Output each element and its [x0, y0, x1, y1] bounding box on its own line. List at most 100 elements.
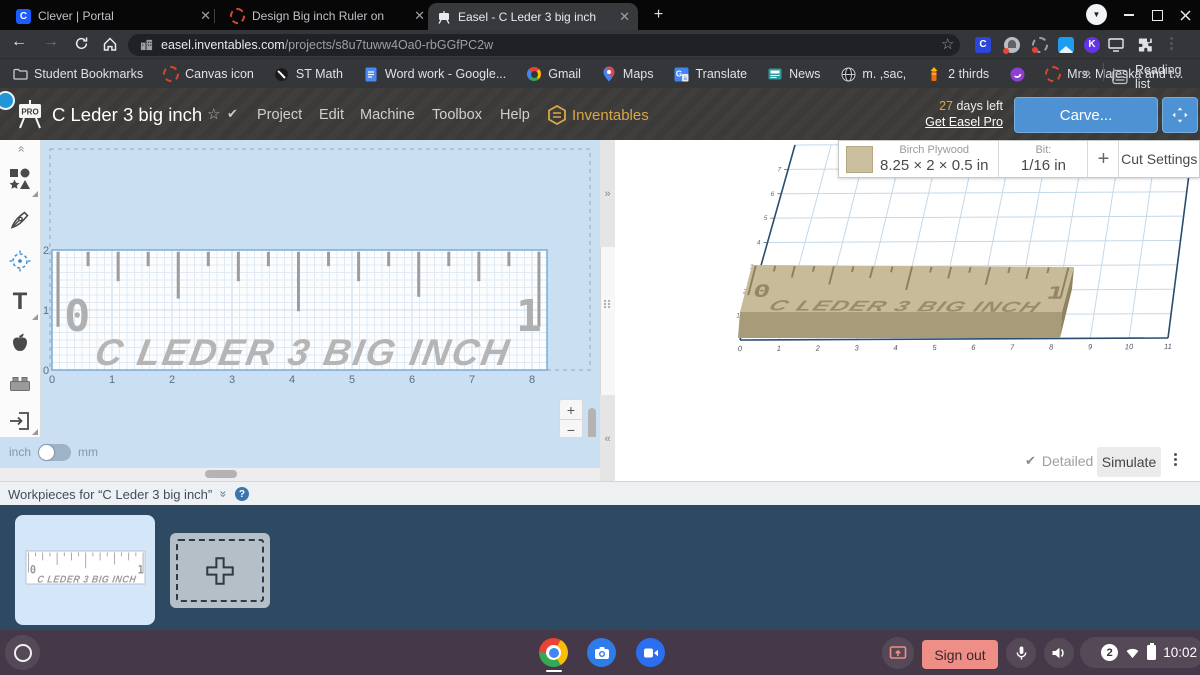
screencast-extension-icon[interactable]: [1032, 37, 1048, 53]
bit-selector[interactable]: Bit: 1/16 in: [998, 141, 1087, 177]
window-minimize-button[interactable]: [1120, 6, 1138, 24]
shelf-chrome-icon[interactable]: [539, 638, 568, 667]
forward-button[interactable]: →: [40, 33, 62, 51]
canvas-horizontal-scrollbar-thumb[interactable]: [205, 470, 237, 478]
reading-list-button[interactable]: Reading list: [1112, 63, 1200, 91]
launcher-button[interactable]: [5, 635, 40, 670]
carve-button[interactable]: Carve...: [1014, 97, 1158, 133]
bookmark-translate[interactable]: Ga Translate: [673, 66, 747, 82]
bookmarks-overflow-icon[interactable]: »: [1083, 64, 1091, 80]
bookmark-star-icon[interactable]: ☆: [941, 35, 954, 53]
sign-out-button[interactable]: Sign out: [922, 640, 998, 669]
collapse-workpieces-icon[interactable]: »: [217, 491, 231, 498]
window-restore-button[interactable]: [1148, 6, 1166, 24]
menu-edit[interactable]: Edit: [319, 107, 344, 123]
preview-menu-icon[interactable]: [1174, 453, 1177, 466]
back-button[interactable]: ←: [8, 33, 30, 51]
bookmark-word-work[interactable]: Word work - Google...: [363, 66, 506, 82]
design-canvas[interactable]: 01C LEDER 3 BIG INCH210012345678: [40, 140, 600, 467]
import-button[interactable]: [0, 404, 40, 437]
unit-mm-label[interactable]: mm: [78, 445, 98, 459]
status-tray[interactable]: 2 10:02: [1080, 637, 1200, 668]
pen-tool-button[interactable]: [0, 199, 40, 241]
speaker-indicator[interactable]: [1044, 638, 1074, 668]
extensions-puzzle-icon[interactable]: [1137, 37, 1153, 58]
shapes-icon: [9, 168, 30, 189]
simulate-button[interactable]: Simulate: [1097, 447, 1161, 477]
cut-settings-button[interactable]: Cut Settings: [1118, 141, 1199, 177]
preview-3d-svg[interactable]: 12345670123456789101101C LEDER 3 BIG INC…: [615, 140, 1200, 482]
menu-toolbox[interactable]: Toolbox: [432, 107, 482, 123]
clock: 10:02: [1163, 645, 1197, 660]
easel-pro-logo: PRO: [16, 98, 44, 135]
bookmark-canvas[interactable]: Canvas icon: [163, 66, 254, 82]
favorite-star-icon[interactable]: ☆: [207, 105, 220, 123]
screenshot-extension-icon[interactable]: [1058, 37, 1074, 53]
drill-origin-tool-button[interactable]: [0, 240, 40, 282]
tab-close-icon[interactable]: ✕: [194, 8, 211, 24]
home-button[interactable]: [102, 36, 118, 57]
preview-3d-panel[interactable]: 12345670123456789101101C LEDER 3 BIG INC…: [615, 140, 1200, 482]
menu-project[interactable]: Project: [257, 107, 302, 123]
collapse-toolbar-button[interactable]: »: [0, 140, 40, 159]
design-library-button[interactable]: [0, 322, 40, 364]
apps-brick-button[interactable]: [0, 363, 40, 405]
expand-left-panel-button[interactable]: «: [600, 395, 615, 482]
tab-close-icon[interactable]: ✕: [408, 8, 425, 24]
new-tab-button[interactable]: +: [650, 7, 667, 24]
bookmark-student-bookmarks[interactable]: Student Bookmarks: [12, 66, 143, 82]
bookmark-maps[interactable]: Maps: [601, 66, 653, 82]
bookmark-news[interactable]: News: [767, 66, 820, 82]
shelf-meet-icon[interactable]: [636, 638, 665, 667]
clever-extension-icon[interactable]: C: [975, 37, 991, 53]
get-easel-pro-link[interactable]: Get Easel Pro: [863, 115, 1003, 129]
project-title[interactable]: C Leder 3 big inch: [52, 104, 202, 126]
tab-close-icon[interactable]: ✕: [613, 9, 630, 25]
units-bar: inch mm: [0, 437, 609, 467]
screen: C Clever | Portal ✕ Design Big inch Rule…: [0, 0, 1200, 675]
inventables-brand[interactable]: Inventables: [548, 105, 649, 125]
profile-avatar[interactable]: ▼: [1086, 4, 1107, 25]
microphone-indicator[interactable]: [1006, 638, 1036, 668]
kami-extension-icon[interactable]: K: [1084, 37, 1100, 53]
cast-icon[interactable]: [1108, 38, 1124, 57]
shapes-tool-button[interactable]: [0, 158, 40, 200]
bookmark-2-thirds[interactable]: 2 thirds: [926, 66, 989, 82]
tab-clever[interactable]: C Clever | Portal ✕: [8, 3, 219, 29]
jog-machine-button[interactable]: [1162, 97, 1198, 133]
bookmark-purple-app[interactable]: [1009, 66, 1025, 82]
bookmark-st-math[interactable]: ST Math: [274, 66, 343, 82]
tab-easel-active[interactable]: Easel - C Leder 3 big inch ✕: [428, 3, 638, 30]
reload-button[interactable]: [74, 36, 89, 56]
screen-share-indicator[interactable]: [882, 637, 914, 669]
material-selector[interactable]: Birch Plywood 8.25 × 2 × 0.5 in: [839, 141, 998, 177]
expand-right-panel-button[interactable]: »: [600, 140, 615, 247]
lego-brick-icon: [10, 376, 30, 391]
units-toggle[interactable]: [38, 443, 72, 461]
design-canvas-svg[interactable]: 01C LEDER 3 BIG INCH210012345678: [40, 140, 600, 467]
tab-design-ruler[interactable]: Design Big inch Ruler on Easel - s ✕: [222, 3, 433, 29]
svg-text:6: 6: [771, 191, 775, 198]
help-icon[interactable]: ?: [234, 487, 249, 501]
menu-help[interactable]: Help: [500, 107, 530, 123]
zoom-in-button[interactable]: +: [559, 399, 583, 420]
check-icon: ✔: [1025, 453, 1036, 468]
jog-arrows-icon: [1172, 107, 1188, 123]
globe-icon: [840, 66, 856, 82]
bookmark-gmail[interactable]: Gmail: [526, 66, 581, 82]
menu-machine[interactable]: Machine: [360, 107, 415, 123]
browser-menu-icon[interactable]: [1170, 37, 1173, 50]
address-bar[interactable]: easel.inventables.com/projects/s8u7tuww4…: [128, 33, 960, 56]
site-info-icon[interactable]: [140, 38, 153, 51]
shelf-camera-icon[interactable]: [587, 638, 616, 667]
divider-drag-handle[interactable]: [604, 300, 611, 308]
add-bit-button[interactable]: +: [1087, 141, 1118, 177]
account-extension-icon[interactable]: [1003, 37, 1020, 54]
text-tool-button[interactable]: T: [0, 281, 40, 323]
add-workpiece-button[interactable]: [170, 533, 270, 608]
workpiece-thumbnail-1[interactable]: 0 1C LEDER 3 BIG INCH: [15, 515, 155, 625]
window-close-button[interactable]: [1176, 6, 1194, 24]
unit-inch-label[interactable]: inch: [9, 445, 31, 459]
detailed-toggle[interactable]: ✔ Detailed: [1025, 453, 1093, 469]
bookmark-m-sac[interactable]: m. ,sac,: [840, 66, 906, 82]
